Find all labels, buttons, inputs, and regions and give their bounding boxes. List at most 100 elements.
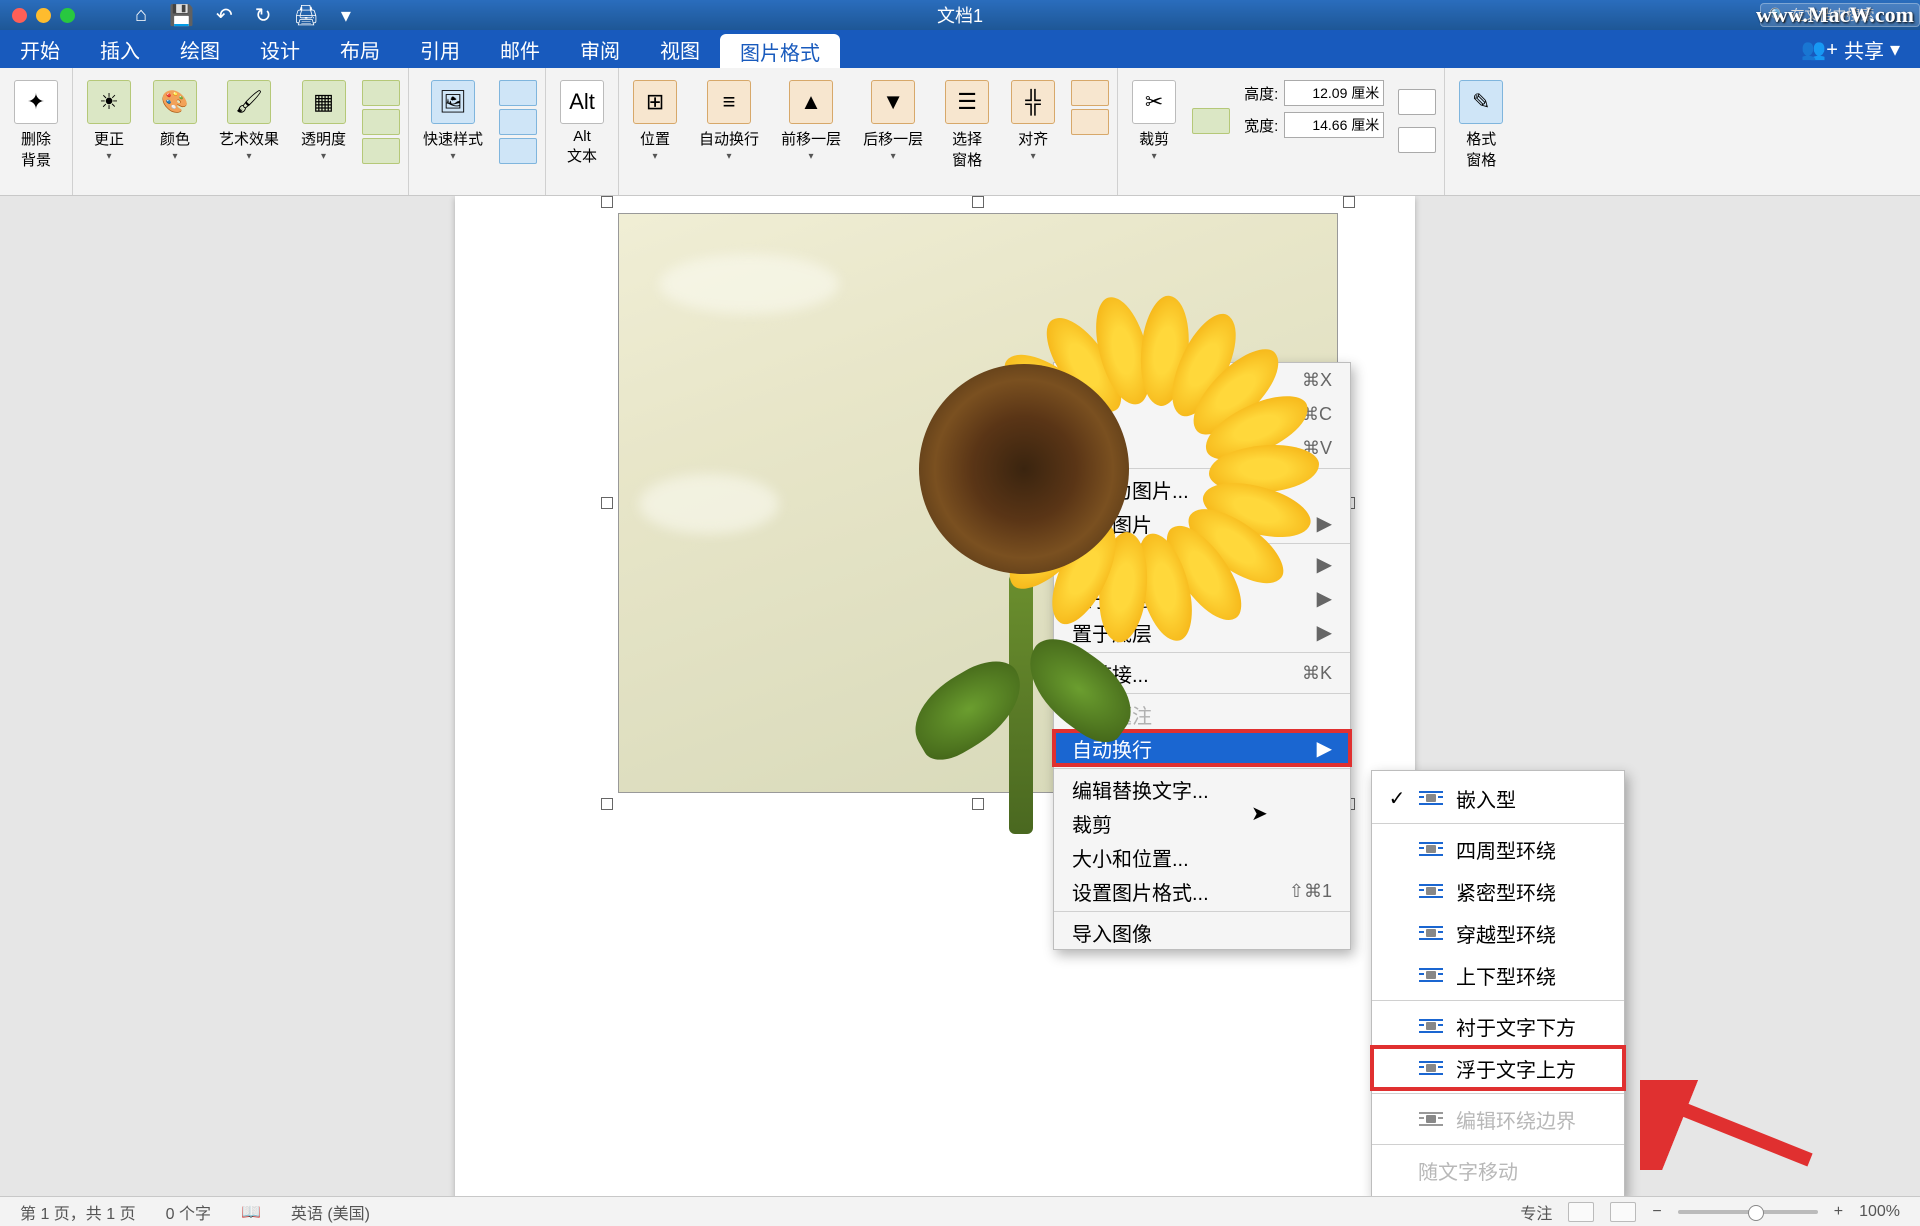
resize-handle-w[interactable] (601, 497, 613, 509)
ctx-item[interactable]: 裁剪 (1054, 806, 1350, 840)
change-picture-button[interactable] (362, 109, 400, 135)
compress-picture-button[interactable] (362, 80, 400, 106)
save-icon[interactable]: 💾 (169, 3, 194, 28)
format-pane-icon: ✎ (1459, 80, 1503, 124)
aspect-ratio-button[interactable] (1192, 108, 1230, 134)
submenu-item[interactable]: 衬于文字下方 (1372, 1005, 1624, 1047)
bring-forward-button[interactable]: ▲前移一层▾ (771, 76, 851, 174)
tab-layout[interactable]: 布局 (320, 30, 400, 68)
resize-handle-nw[interactable] (601, 196, 613, 208)
submenu-item[interactable]: 四周型环绕 (1372, 828, 1624, 870)
corrections-icon: ☀ (87, 80, 131, 124)
quick-styles-button[interactable]: 🖼快速样式▾ (413, 76, 493, 168)
transparency-button[interactable]: ▦透明度▾ (291, 76, 356, 168)
resize-handle-ne[interactable] (1343, 196, 1355, 208)
word-count[interactable]: 0 个字 (166, 1200, 211, 1224)
submenu-item[interactable]: ✓嵌入型 (1372, 777, 1624, 819)
focus-mode[interactable]: 专注 (1520, 1200, 1552, 1224)
alt-text-icon: Alt (560, 80, 604, 124)
print-icon[interactable]: 🖨 (294, 3, 319, 28)
submenu-item[interactable]: 上下型环绕 (1372, 954, 1624, 996)
submenu-item[interactable]: 穿越型环绕 (1372, 912, 1624, 954)
minimize-window-button[interactable] (36, 8, 51, 23)
wrap-icon: ≡ (707, 80, 751, 124)
submenu-item[interactable]: 浮于文字上方 (1372, 1047, 1624, 1089)
rotate-button[interactable] (1071, 109, 1109, 135)
tab-draw[interactable]: 绘图 (160, 30, 240, 68)
sel-pane-icon: ☰ (945, 80, 989, 124)
tab-references[interactable]: 引用 (400, 30, 480, 68)
position-button[interactable]: ⊞位置▾ (623, 76, 687, 174)
height-label: 高度: (1244, 83, 1278, 104)
selection-pane-button[interactable]: ☰选择 窗格 (935, 76, 999, 174)
tab-picture-format[interactable]: 图片格式 (720, 34, 840, 68)
ctx-item[interactable]: 大小和位置... (1054, 840, 1350, 874)
format-pane-button[interactable]: ✎格式 窗格 (1449, 76, 1513, 174)
submenu-item[interactable]: 紧密型环绕 (1372, 870, 1624, 912)
color-button[interactable]: 🎨颜色▾ (143, 76, 207, 168)
ctx-item[interactable]: 导入图像 (1054, 915, 1350, 949)
width-input[interactable] (1284, 112, 1384, 138)
resize-handle-s[interactable] (972, 798, 984, 810)
page-indicator[interactable]: 第 1 页，共 1 页 (20, 1200, 136, 1224)
forward-icon: ▲ (789, 80, 833, 124)
tab-review[interactable]: 审阅 (560, 30, 640, 68)
artistic-effects-button[interactable]: 🖌艺术效果▾ (209, 76, 289, 168)
remove-background-button[interactable]: ✦ 删除 背景 (4, 76, 68, 174)
wrap-submenu: ✓嵌入型四周型环绕紧密型环绕穿越型环绕上下型环绕衬于文字下方浮于文字上方编辑环绕… (1371, 770, 1625, 1198)
crop-button[interactable]: ✂裁剪▾ (1122, 76, 1186, 166)
tab-insert[interactable]: 插入 (80, 30, 160, 68)
tab-home[interactable]: 开始 (0, 30, 80, 68)
height-input[interactable] (1284, 80, 1384, 106)
chevron-down-icon: ▾ (1890, 37, 1900, 62)
quick-access-toolbar: ⌂ 💾 ↶ ↻ 🖨 ▾ (135, 3, 351, 28)
share-label: 共享 (1844, 35, 1884, 64)
spellcheck-icon[interactable]: 📖 (241, 1202, 261, 1222)
close-window-button[interactable] (12, 8, 27, 23)
language-indicator[interactable]: 英语 (美国) (291, 1200, 370, 1224)
corrections-button[interactable]: ☀更正▾ (77, 76, 141, 168)
color-icon: 🎨 (153, 80, 197, 124)
wrap-text-button[interactable]: ≡自动换行▾ (689, 76, 769, 174)
ribbon: ✦ 删除 背景 ☀更正▾ 🎨颜色▾ 🖌艺术效果▾ ▦透明度▾ 🖼快速样式▾ (0, 68, 1920, 196)
home-icon[interactable]: ⌂ (135, 4, 147, 27)
ctx-item[interactable]: 编辑替换文字... (1054, 772, 1350, 806)
print-layout-view-button[interactable] (1568, 1202, 1594, 1222)
undo-icon[interactable]: ↶ (216, 3, 233, 28)
align-icon: ╬ (1011, 80, 1055, 124)
document-canvas[interactable] (0, 196, 1920, 1196)
lock-aspect-button[interactable] (1398, 127, 1436, 153)
resize-handle-sw[interactable] (601, 798, 613, 810)
qat-customize-icon[interactable]: ▾ (341, 3, 351, 28)
align-button[interactable]: ╬对齐▾ (1001, 76, 1065, 174)
cloud-shape (639, 474, 779, 534)
send-backward-button[interactable]: ▼后移一层▾ (853, 76, 933, 174)
through-icon (1418, 922, 1444, 944)
share-button[interactable]: 👥+ 共享 ▾ (1781, 30, 1920, 68)
picture-layout-button[interactable] (499, 138, 537, 164)
share-icon: 👥+ (1801, 37, 1838, 62)
square-icon (1418, 838, 1444, 860)
reset-picture-button[interactable] (362, 138, 400, 164)
resize-handle-n[interactable] (972, 196, 984, 208)
maximize-window-button[interactable] (60, 8, 75, 23)
web-layout-view-button[interactable] (1610, 1202, 1636, 1222)
zoom-in-button[interactable]: + (1834, 1203, 1843, 1221)
ctx-item[interactable]: 设置图片格式...⇧⌘1 (1054, 874, 1350, 908)
redo-icon[interactable]: ↻ (255, 3, 272, 28)
edit-icon (1418, 1108, 1444, 1130)
zoom-slider[interactable] (1678, 1210, 1818, 1214)
tab-mail[interactable]: 邮件 (480, 30, 560, 68)
cursor-pointer-icon: ➤ (1251, 801, 1268, 826)
document-title: 文档1 (937, 2, 983, 28)
tab-design[interactable]: 设计 (240, 30, 320, 68)
group-button[interactable] (1071, 80, 1109, 106)
tab-view[interactable]: 视图 (640, 30, 720, 68)
zoom-level[interactable]: 100% (1859, 1203, 1900, 1221)
size-launcher-button[interactable] (1398, 89, 1436, 115)
zoom-out-button[interactable]: − (1652, 1203, 1661, 1221)
status-bar: 第 1 页，共 1 页 0 个字 📖 英语 (美国) 专注 − + 100% (0, 1196, 1920, 1226)
picture-effects-button[interactable] (499, 109, 537, 135)
alt-text-button[interactable]: AltAlt 文本 (550, 76, 614, 170)
picture-border-button[interactable] (499, 80, 537, 106)
